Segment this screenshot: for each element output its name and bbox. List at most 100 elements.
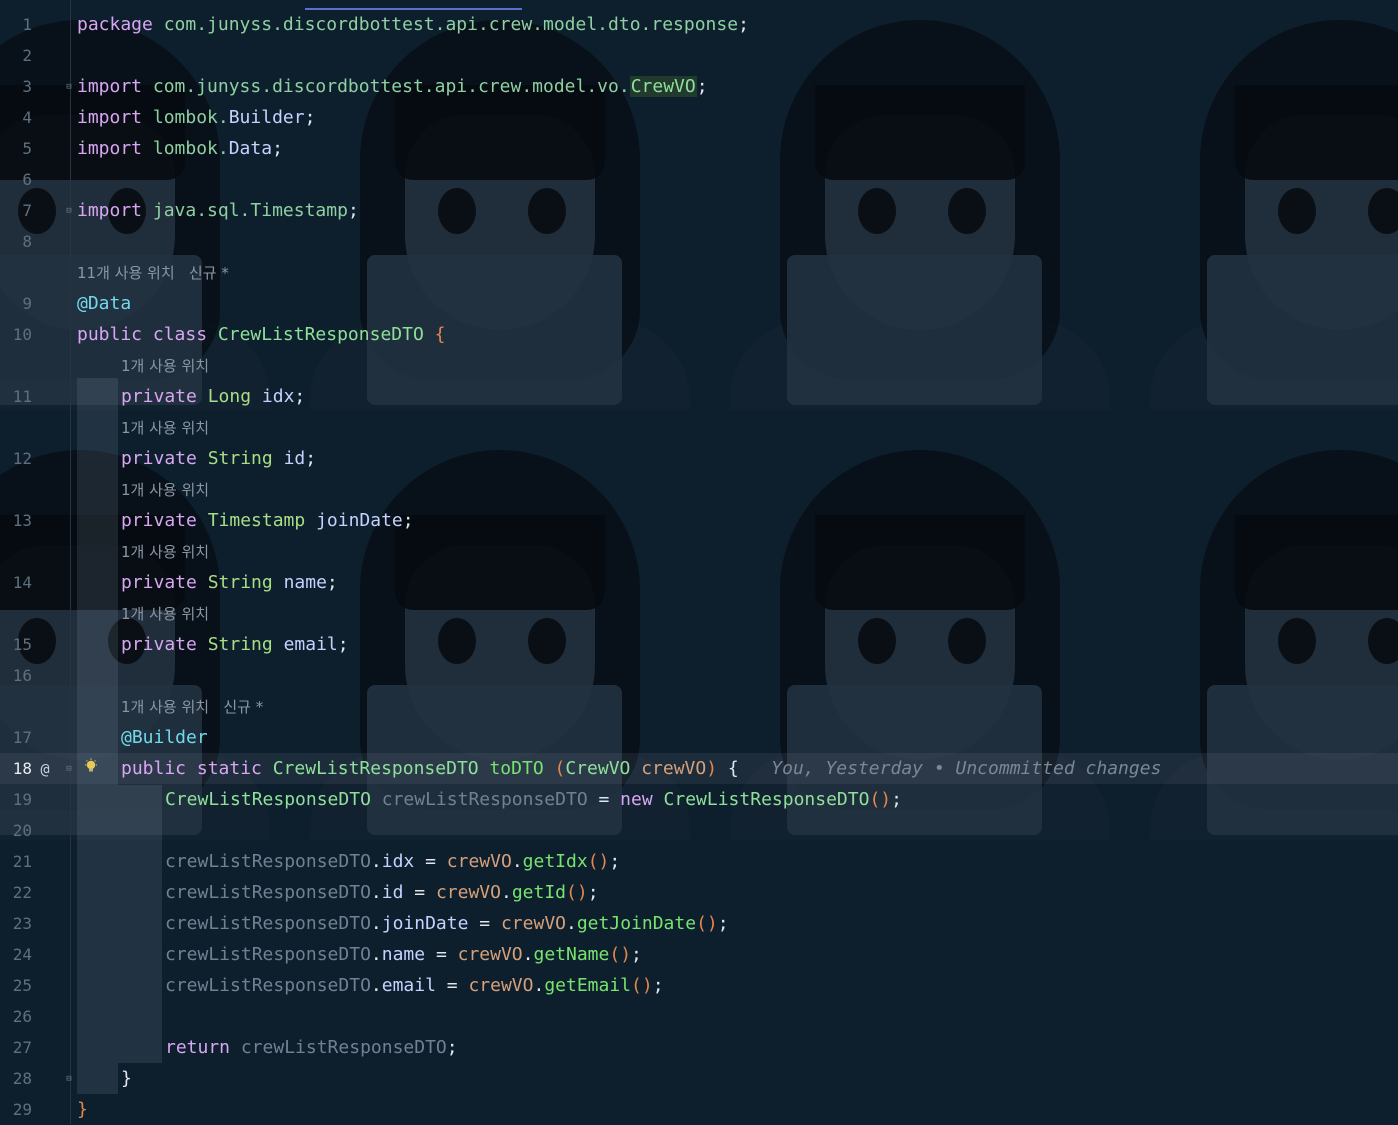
line-number[interactable]: 27 [0, 1038, 32, 1057]
code-line[interactable]: 4 import lombok.Builder; [0, 102, 1398, 133]
code-text[interactable]: package com.junyss.discordbottest.api.cr… [77, 14, 749, 35]
code-line[interactable]: 26 [0, 1001, 1398, 1032]
code-text[interactable]: import java.sql.Timestamp; [77, 200, 359, 221]
code-line[interactable]: 12 private String id; [0, 443, 1398, 474]
inlay-usage-hint[interactable]: 1개 사용 위치 [121, 541, 209, 562]
code-text[interactable]: crewListResponseDTO.idx = crewVO.getIdx(… [165, 851, 620, 872]
code-line[interactable]: 14 private String name; [0, 567, 1398, 598]
line-number[interactable]: 26 [0, 1007, 32, 1026]
code-line[interactable]: 11 private Long idx; [0, 381, 1398, 412]
fold-toggle-icon[interactable]: ⊟ [64, 1074, 74, 1084]
git-blame-annotation[interactable]: You, Yesterday • Uncommitted changes [739, 758, 1161, 779]
code-line[interactable]: 13 private Timestamp joinDate; [0, 505, 1398, 536]
inlay-usage-hint[interactable]: 11개 사용 위치 신규 * [77, 262, 229, 283]
usage-hint-row[interactable]: 11개 사용 위치 신규 * [0, 257, 1398, 288]
code-line[interactable]: 27 return crewListResponseDTO; [0, 1032, 1398, 1063]
line-number[interactable]: 6 [0, 170, 32, 189]
code-text[interactable]: return crewListResponseDTO; [165, 1037, 458, 1058]
inlay-usage-hint[interactable]: 1개 사용 위치 [121, 355, 209, 376]
usage-hint-row[interactable]: 1개 사용 위치 [0, 536, 1398, 567]
code-line[interactable]: 25 crewListResponseDTO.email = crewVO.get… [0, 970, 1398, 1001]
code-line[interactable]: 19 CrewListResponseDTO crewListResponseDT… [0, 784, 1398, 815]
line-number[interactable]: 21 [0, 852, 32, 871]
usage-hint-row[interactable]: 1개 사용 위치 [0, 350, 1398, 381]
code-text[interactable]: private String id; [121, 448, 316, 469]
code-text[interactable]: crewListResponseDTO.id = crewVO.getId(); [165, 882, 599, 903]
line-number[interactable]: 17 [0, 728, 32, 747]
code-text[interactable]: } [121, 1068, 132, 1089]
code-text[interactable]: crewListResponseDTO.name = crewVO.getNam… [165, 944, 642, 965]
code-line[interactable]: 6 [0, 164, 1398, 195]
line-number[interactable]: 9 [0, 294, 32, 313]
line-number[interactable]: 29 [0, 1100, 32, 1119]
code-line[interactable]: 9 @Data [0, 288, 1398, 319]
line-number[interactable]: 1 [0, 15, 32, 34]
code-line[interactable]: 2 [0, 40, 1398, 71]
code-line[interactable]: 7 ⊟ import java.sql.Timestamp; [0, 195, 1398, 226]
line-number[interactable]: 15 [0, 635, 32, 654]
code-line[interactable]: 29} [0, 1094, 1398, 1125]
code-text[interactable]: CrewListResponseDTO crewListResponseDTO … [165, 789, 902, 810]
code-line[interactable]: 5 import lombok.Data; [0, 133, 1398, 164]
code-line[interactable]: 3 ⊟ import com.junyss.discordbottest.api.c… [0, 71, 1398, 102]
usage-hint-row[interactable]: 1개 사용 위치 [0, 598, 1398, 629]
code-line[interactable]: 28 ⊟} [0, 1063, 1398, 1094]
line-number[interactable]: 18 [0, 759, 32, 778]
line-number[interactable]: 12 [0, 449, 32, 468]
code-text[interactable]: import lombok.Data; [77, 138, 283, 159]
code-text[interactable]: crewListResponseDTO.email = crewVO.getEm… [165, 975, 664, 996]
code-text[interactable]: public static CrewListResponseDTO toDTO … [121, 758, 1161, 779]
code-line[interactable]: 21 crewListResponseDTO.idx = crewVO.getId… [0, 846, 1398, 877]
usage-hint-row[interactable]: 1개 사용 위치 [0, 412, 1398, 443]
code-text[interactable]: private String name; [121, 572, 338, 593]
code-line[interactable]: 24 crewListResponseDTO.name = crewVO.getN… [0, 939, 1398, 970]
inlay-usage-hint[interactable]: 1개 사용 위치 [121, 603, 209, 624]
code-text[interactable]: private Timestamp joinDate; [121, 510, 414, 531]
code-line[interactable]: 20 [0, 815, 1398, 846]
code-text[interactable]: crewListResponseDTO.joinDate = crewVO.ge… [165, 913, 729, 934]
inlay-usage-hint[interactable]: 1개 사용 위치 신규 * [121, 696, 263, 717]
fold-toggle-icon[interactable]: ⊟ [64, 206, 74, 216]
line-number[interactable]: 28 [0, 1069, 32, 1088]
inlay-usage-hint[interactable]: 1개 사용 위치 [121, 479, 209, 500]
code-line[interactable]: 17 @Builder [0, 722, 1398, 753]
code-text[interactable]: public class CrewListResponseDTO { [77, 324, 445, 345]
line-number[interactable]: 20 [0, 821, 32, 840]
inlay-usage-hint[interactable]: 1개 사용 위치 [121, 417, 209, 438]
line-number[interactable]: 11 [0, 387, 32, 406]
line-number[interactable]: 19 [0, 790, 32, 809]
code-text[interactable]: @Builder [121, 727, 208, 748]
line-number[interactable]: 14 [0, 573, 32, 592]
line-number[interactable]: 13 [0, 511, 32, 530]
code-line[interactable]: 22 crewListResponseDTO.id = crewVO.getId(… [0, 877, 1398, 908]
code-line[interactable]: 18 @ ⊟ public static CrewListResponseDTO to… [0, 753, 1398, 784]
line-number[interactable]: 10 [0, 325, 32, 344]
fold-toggle-icon[interactable]: ⊟ [64, 82, 74, 92]
line-number[interactable]: 22 [0, 883, 32, 902]
line-number[interactable]: 24 [0, 945, 32, 964]
implementation-marker-icon[interactable]: @ [37, 760, 53, 778]
code-text[interactable]: import lombok.Builder; [77, 107, 315, 128]
code-line[interactable]: 23 crewListResponseDTO.joinDate = crewVO.… [0, 908, 1398, 939]
line-number[interactable]: 25 [0, 976, 32, 995]
line-number[interactable]: 2 [0, 46, 32, 65]
code-line[interactable]: 15 private String email; [0, 629, 1398, 660]
code-line[interactable]: 1 package com.junyss.discordbottest.api.c… [0, 9, 1398, 40]
code-editor[interactable]: 1 package com.junyss.discordbottest.api.c… [0, 0, 1398, 1124]
line-number[interactable]: 5 [0, 139, 32, 158]
line-number[interactable]: 3 [0, 77, 32, 96]
code-text[interactable]: } [77, 1099, 88, 1120]
code-text[interactable]: @Data [77, 293, 131, 314]
line-number[interactable]: 8 [0, 232, 32, 251]
usage-hint-row[interactable]: 1개 사용 위치 [0, 474, 1398, 505]
code-text[interactable]: private String email; [121, 634, 349, 655]
code-text[interactable]: import com.junyss.discordbottest.api.cre… [77, 76, 708, 97]
line-number[interactable]: 16 [0, 666, 32, 685]
line-number[interactable]: 23 [0, 914, 32, 933]
line-number[interactable]: 4 [0, 108, 32, 127]
code-line[interactable]: 8 [0, 226, 1398, 257]
code-line[interactable]: 10 public class CrewListResponseDTO { [0, 319, 1398, 350]
code-text[interactable]: private Long idx; [121, 386, 305, 407]
fold-toggle-icon[interactable]: ⊟ [64, 764, 74, 774]
usage-hint-row[interactable]: 1개 사용 위치 신규 * [0, 691, 1398, 722]
